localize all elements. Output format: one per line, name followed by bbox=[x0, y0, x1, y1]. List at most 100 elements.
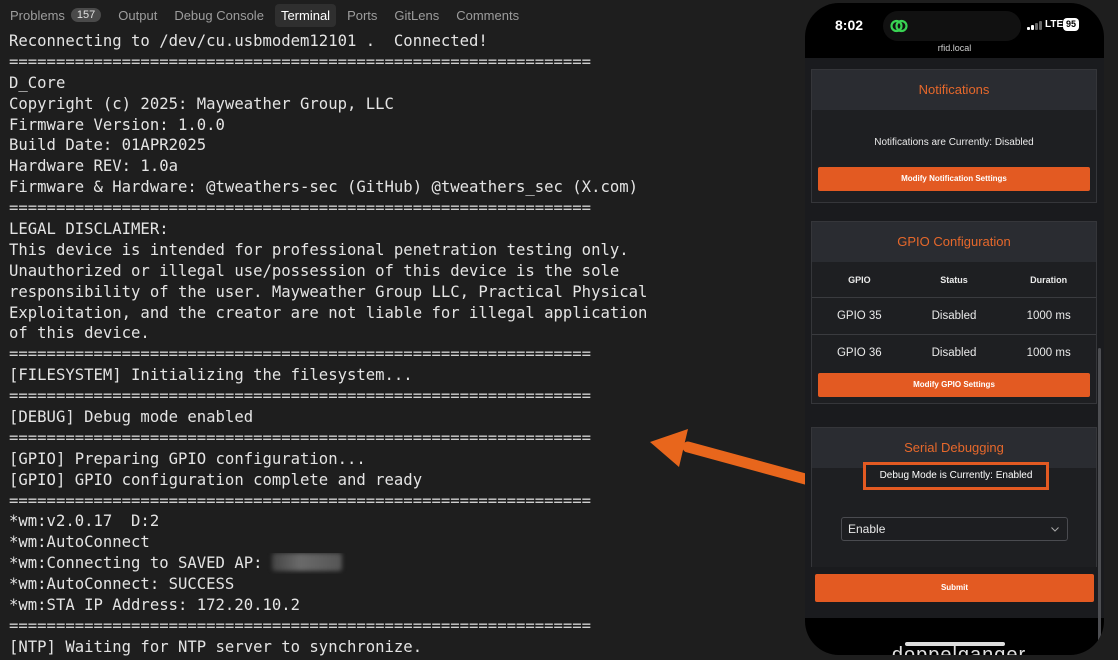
link-app-icon bbox=[890, 19, 908, 33]
gpio-configuration-card: GPIO Configuration GPIO Status Duration … bbox=[811, 221, 1097, 404]
terminal-line-text: D_Core bbox=[9, 73, 66, 92]
table-row: GPIO 36 Disabled 1000 ms bbox=[812, 335, 1096, 371]
tab-ports[interactable]: Ports bbox=[341, 4, 383, 27]
tab-ports-label: Ports bbox=[347, 7, 378, 23]
terminal-line-text: Unauthorized or illegal use/possession o… bbox=[9, 261, 620, 280]
network-type: LTE bbox=[1045, 19, 1064, 30]
redacted-ssid bbox=[272, 553, 343, 572]
problems-count-badge: 157 bbox=[70, 8, 102, 22]
tab-output-label: Output bbox=[118, 7, 158, 23]
terminal-line: *wm:AutoConnect bbox=[9, 532, 799, 553]
gpio-header-duration: Duration bbox=[1030, 274, 1068, 285]
terminal-line: [GPIO] GPIO configuration complete and r… bbox=[9, 470, 799, 491]
terminal-line-text: [DEBUG] Debug mode enabled bbox=[9, 408, 254, 427]
terminal-line: Build Date: 01APR2025 bbox=[9, 135, 799, 156]
table-row: GPIO 35 Disabled 1000 ms bbox=[812, 298, 1096, 335]
tab-debug-console-label: Debug Console bbox=[174, 7, 264, 23]
web-content[interactable]: Notifications Notifications are Currentl… bbox=[805, 58, 1104, 655]
terminal-line: Unauthorized or illegal use/possession o… bbox=[9, 261, 799, 282]
tab-debug-console[interactable]: Debug Console bbox=[168, 4, 270, 27]
terminal-line: of this device. bbox=[9, 323, 799, 344]
terminal-line: Reconnecting to /dev/cu.usbmodem12101 . … bbox=[9, 31, 799, 52]
submit-button[interactable]: Submit bbox=[815, 574, 1094, 602]
terminal-line-text: ========================================… bbox=[9, 199, 592, 218]
gpio-table: GPIO Status Duration GPIO 35 Disabled 10… bbox=[812, 262, 1096, 371]
tab-gitlens-label: GitLens bbox=[394, 7, 440, 23]
terminal-line-text: [FILESYSTEM] Initializing the filesystem… bbox=[9, 366, 413, 385]
terminal-line-text: [GPIO] Preparing GPIO configuration... bbox=[9, 449, 366, 468]
terminal-line: ========================================… bbox=[9, 344, 799, 365]
terminal-line: Copyright (c) 2025: Mayweather Group, LL… bbox=[9, 94, 799, 115]
scrollbar[interactable] bbox=[1098, 348, 1101, 655]
terminal-line-text: Hardware REV: 1.0a bbox=[9, 157, 178, 176]
terminal-line: Hardware REV: 1.0a bbox=[9, 156, 799, 177]
gpio-cell: 1000 ms bbox=[1026, 310, 1071, 322]
notifications-title: Notifications bbox=[812, 70, 1096, 110]
terminal-line-text: [GPIO] GPIO configuration complete and r… bbox=[9, 470, 423, 489]
tab-terminal-label: Terminal bbox=[280, 7, 331, 23]
terminal-line-text: Firmware & Hardware: @tweathers-sec (Git… bbox=[9, 178, 639, 197]
terminal-line: LEGAL DISCLAIMER: bbox=[9, 219, 799, 240]
terminal-line-text: Reconnecting to /dev/cu.usbmodem12101 . … bbox=[9, 32, 488, 50]
tab-comments-label: Comments bbox=[456, 7, 520, 23]
terminal-line: Firmware Version: 1.0.0 bbox=[9, 115, 799, 136]
terminal-line-text: ========================================… bbox=[9, 491, 592, 510]
terminal-output[interactable]: Reconnecting to /dev/cu.usbmodem12101 . … bbox=[9, 31, 799, 658]
modify-notification-settings-button[interactable]: Modify Notification Settings bbox=[818, 167, 1090, 191]
terminal-line-text: Copyright (c) 2025: Mayweather Group, LL… bbox=[9, 94, 394, 113]
notifications-card: Notifications Notifications are Currentl… bbox=[811, 69, 1097, 203]
terminal-line-text: ========================================… bbox=[9, 52, 592, 71]
terminal-line-text: *wm:Connecting to SAVED AP: bbox=[9, 554, 263, 573]
terminal-line-text: [NTP] Waiting for NTP server to synchron… bbox=[9, 637, 423, 656]
terminal-line: [NTP] Waiting for NTP server to synchron… bbox=[9, 637, 799, 658]
status-time: 8:02 bbox=[835, 17, 864, 33]
terminal-line: ========================================… bbox=[9, 198, 799, 219]
page-url: rfid.local bbox=[937, 43, 972, 53]
terminal-line: This device is intended for professional… bbox=[9, 240, 799, 261]
terminal-line: [DEBUG] Debug mode enabled bbox=[9, 407, 799, 428]
terminal-line-text: *wm:AutoConnect bbox=[9, 533, 150, 552]
tab-problems-label: Problems bbox=[10, 7, 65, 23]
terminal-line-text: Exploitation, and the creator are not li… bbox=[9, 303, 648, 322]
gpio-title: GPIO Configuration bbox=[812, 222, 1096, 262]
terminal-line-text: of this device. bbox=[9, 324, 150, 343]
gpio-cell: Disabled bbox=[931, 347, 977, 359]
debug-mode-select[interactable]: Enable bbox=[841, 517, 1068, 541]
modify-gpio-settings-button[interactable]: Modify GPIO Settings bbox=[818, 373, 1090, 397]
terminal-line-text: ========================================… bbox=[9, 345, 592, 364]
chevron-down-icon bbox=[1051, 527, 1059, 532]
gpio-cell: Disabled bbox=[931, 310, 977, 322]
tab-problems[interactable]: Problems 157 bbox=[4, 4, 107, 27]
dynamic-island bbox=[883, 11, 1021, 41]
terminal-line: *wm:v2.0.17 D:2 bbox=[9, 511, 799, 532]
tab-comments[interactable]: Comments bbox=[450, 4, 525, 27]
home-indicator[interactable] bbox=[905, 642, 1005, 646]
tab-output[interactable]: Output bbox=[112, 4, 163, 27]
terminal-line: *wm:AutoConnect: SUCCESS bbox=[9, 574, 799, 595]
terminal-line-text: ========================================… bbox=[9, 616, 592, 635]
terminal-line-text: *wm:AutoConnect: SUCCESS bbox=[9, 575, 235, 594]
terminal-line-text: This device is intended for professional… bbox=[9, 240, 629, 259]
terminal-line: ========================================… bbox=[9, 428, 799, 449]
terminal-line-text: responsibility of the user. Mayweather G… bbox=[9, 282, 648, 301]
terminal-line: ========================================… bbox=[9, 386, 799, 407]
terminal-line-text: Firmware Version: 1.0.0 bbox=[9, 115, 225, 134]
terminal-line: Exploitation, and the creator are not li… bbox=[9, 303, 799, 324]
terminal-line: *wm:STA IP Address: 172.20.10.2 bbox=[9, 595, 799, 616]
gpio-cell: GPIO 35 bbox=[836, 310, 882, 322]
tab-gitlens[interactable]: GitLens bbox=[388, 4, 445, 27]
phone-screen: 8:02 LTE 95 rfid.local Notifications Not… bbox=[805, 3, 1104, 655]
gpio-header-status: Status bbox=[940, 274, 968, 285]
gpio-cell: GPIO 36 bbox=[836, 347, 882, 359]
serial-debugging-card: Serial Debugging Debug Mode is Currently… bbox=[811, 427, 1097, 567]
tab-terminal[interactable]: Terminal bbox=[274, 3, 337, 27]
terminal-line: [FILESYSTEM] Initializing the filesystem… bbox=[9, 365, 799, 386]
terminal-line: responsibility of the user. Mayweather G… bbox=[9, 282, 799, 303]
terminal-line: ========================================… bbox=[9, 52, 799, 73]
terminal-line-text: LEGAL DISCLAIMER: bbox=[9, 220, 169, 239]
terminal-line-text: *wm:v2.0.17 D:2 bbox=[9, 512, 160, 531]
gpio-cell: 1000 ms bbox=[1026, 347, 1071, 359]
signal-icon bbox=[1027, 21, 1042, 30]
gpio-table-header: GPIO Status Duration bbox=[812, 262, 1096, 298]
terminal-line: *wm:Connecting to SAVED AP: bbox=[9, 553, 799, 574]
